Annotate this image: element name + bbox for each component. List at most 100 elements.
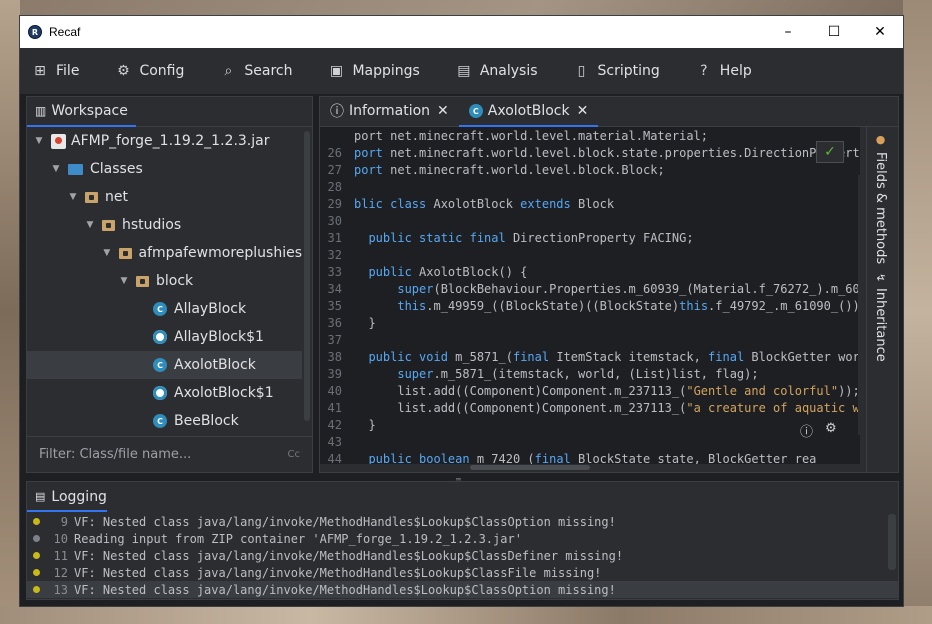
line-number: 30 — [327, 213, 342, 228]
tree-node-class[interactable]: C BeeBlock — [27, 407, 302, 435]
code-text: public AxolotBlock() { — [348, 265, 527, 279]
code-token: list.add((Component)Component.m_237113_( — [354, 383, 687, 398]
code-horizontal-scrollbar[interactable] — [470, 465, 590, 470]
package-icon — [118, 247, 132, 259]
settings-gear-icon[interactable]: ⚙ — [825, 421, 837, 440]
log-scrollbar[interactable] — [888, 514, 896, 570]
code-keyword: this — [397, 298, 427, 313]
menu-config[interactable]: ⚙ Config — [115, 63, 184, 79]
expand-arrow-icon[interactable]: ▼ — [118, 276, 130, 286]
class-filter-input[interactable]: Filter: Class/file name... Cc — [27, 436, 312, 472]
log-text: VF: Nested class java/lang/invoke/Method… — [74, 514, 616, 529]
line-number: 39 — [327, 366, 342, 381]
expand-arrow-icon[interactable]: ▼ — [50, 164, 62, 174]
log-line[interactable]: 12 VF: Nested class java/lang/invoke/Meth… — [27, 564, 898, 581]
tree-scrollbar[interactable] — [304, 131, 310, 421]
menu-file[interactable]: ⊞ File — [32, 63, 79, 79]
close-tab-icon[interactable]: ✕ — [437, 103, 449, 119]
code-keyword: this — [679, 298, 709, 313]
close-tab-icon[interactable]: ✕ — [577, 103, 589, 119]
side-tabs: ● Fields & methods ↯ Inheritance — [866, 127, 898, 472]
line-number: 35 — [327, 298, 342, 313]
tree-node-package[interactable]: ▼ block — [27, 267, 302, 295]
tree-node-jar[interactable]: ▼ AFMP_forge_1.19.2_1.2.3.jar — [27, 127, 302, 155]
recaf-window: R Recaf – ☐ ✕ ⊞ File ⚙ Config ⌕ Search ▣ Mappin… — [19, 15, 904, 607]
fields-methods-icon: ● — [874, 133, 887, 146]
line-number: 42 — [327, 417, 342, 432]
expand-arrow-icon[interactable]: ▼ — [67, 192, 79, 202]
inner-class-icon — [153, 386, 167, 400]
info-icon[interactable]: ⓘ — [800, 421, 813, 440]
code-text: this.m_49959_((BlockState)((BlockState)t… — [348, 298, 859, 313]
code-text: port net.minecraft.world.level.block.sta… — [348, 146, 860, 160]
tree-node-folder[interactable]: ▼ Classes — [27, 155, 302, 183]
menu-help[interactable]: ? Help — [696, 63, 752, 79]
code-keyword: extends — [520, 196, 571, 211]
expand-arrow-icon[interactable]: ▼ — [84, 220, 96, 230]
code-token: m_5871_( — [447, 349, 513, 364]
code-line: 37 — [320, 331, 860, 348]
log-line[interactable]: 11 VF: Nested class java/lang/invoke/Meth… — [27, 547, 898, 564]
tree-node-class[interactable]: C AllayBlock — [27, 295, 302, 323]
tab-logging[interactable]: ▤ Logging — [27, 482, 107, 512]
log-output[interactable]: 9 VF: Nested class java/lang/invoke/Metho… — [27, 513, 898, 599]
tree-node-label: afmpafewmoreplushies — [138, 245, 302, 261]
line-number: 44 — [327, 451, 342, 465]
script-icon: ▯ — [577, 63, 586, 79]
log-line[interactable]: 13 VF: Nested class java/lang/invoke/Meth… — [27, 581, 898, 598]
tree-node-package[interactable]: ▼ net — [27, 183, 302, 211]
menu-search[interactable]: ⌕ Search — [220, 63, 292, 79]
line-number: 43 — [327, 434, 342, 449]
jar-icon — [51, 133, 66, 149]
log-line[interactable]: 10 Reading input from ZIP container 'AFMP… — [27, 530, 898, 547]
info-icon: ⓘ — [330, 104, 344, 120]
tree-node-inner[interactable]: AllayBlock$1 — [27, 323, 302, 351]
code-token: } — [354, 417, 376, 432]
code-line: 30 — [320, 212, 860, 229]
help-icon: ? — [700, 63, 708, 79]
tab-fields-methods[interactable]: ● Fields & methods — [873, 133, 888, 264]
tree-node-inner[interactable]: AxolotBlock$1 — [27, 379, 302, 407]
code-keyword: super — [397, 281, 434, 296]
menu-mappings-label: Mappings — [352, 63, 420, 79]
line-number: 36 — [327, 315, 342, 330]
code-token: DirectionProperty FACING; — [505, 230, 694, 245]
menu-analysis[interactable]: ▤ Analysis — [456, 63, 537, 79]
class-icon: C — [153, 358, 167, 372]
code-text: blic class AxolotBlock extends Block — [348, 197, 614, 211]
compile-check-button[interactable]: ✓ — [816, 141, 844, 163]
inner-class-icon — [153, 330, 167, 344]
log-line[interactable]: 9 VF: Nested class java/lang/invoke/Metho… — [27, 513, 898, 530]
close-window-button[interactable]: ✕ — [857, 16, 903, 48]
line-number: 34 — [327, 281, 342, 296]
code-keyword: final — [512, 349, 550, 364]
tab-information[interactable]: ⓘ Information ✕ — [320, 96, 459, 126]
tab-inheritance[interactable]: ↯ Inheritance — [873, 273, 888, 362]
code-keyword: port — [354, 162, 383, 177]
tree-node-class[interactable]: C AxolotBlock — [27, 351, 302, 379]
code-line: 38 public void m_5871_(final ItemStack i… — [320, 348, 860, 365]
menu-scripting[interactable]: ▯ Scripting — [574, 63, 660, 79]
line-number: 26 — [327, 145, 342, 160]
recaf-logo-icon: R — [28, 25, 42, 39]
line-number: 31 — [327, 230, 342, 245]
tab-workspace[interactable]: ▥ Workspace — [27, 96, 136, 127]
code-view[interactable]: port net.minecraft.world.level.material.… — [320, 127, 860, 464]
workspace-tree[interactable]: ▼ AFMP_forge_1.19.2_1.2.3.jar ▼ Classes ▼ net… — [27, 127, 302, 435]
workspace-panel: ▥ Workspace ▼ AFMP_forge_1.19.2_1.2.3.jar… — [26, 96, 313, 473]
expand-arrow-icon[interactable]: ▼ — [33, 136, 45, 146]
tree-node-label: hstudios — [122, 217, 182, 233]
menu-mappings[interactable]: ▣ Mappings — [328, 63, 420, 79]
tree-node-package[interactable]: ▼ hstudios — [27, 211, 302, 239]
minimize-button[interactable]: – — [765, 16, 811, 48]
title-bar[interactable]: R Recaf – ☐ ✕ — [20, 16, 903, 48]
tree-node-package[interactable]: ▼ afmpafewmoreplushies — [27, 239, 302, 267]
case-sensitive-toggle[interactable]: Cc — [288, 449, 300, 460]
log-line-number: 13 — [53, 582, 68, 597]
expand-arrow-icon[interactable]: ▼ — [101, 248, 113, 258]
tab-axolotblock[interactable]: C AxolotBlock ✕ — [458, 96, 599, 127]
log-text: VF: Nested class java/lang/invoke/Method… — [74, 582, 616, 597]
maximize-button[interactable]: ☐ — [811, 16, 857, 48]
code-vertical-scrollbar[interactable] — [858, 175, 866, 435]
